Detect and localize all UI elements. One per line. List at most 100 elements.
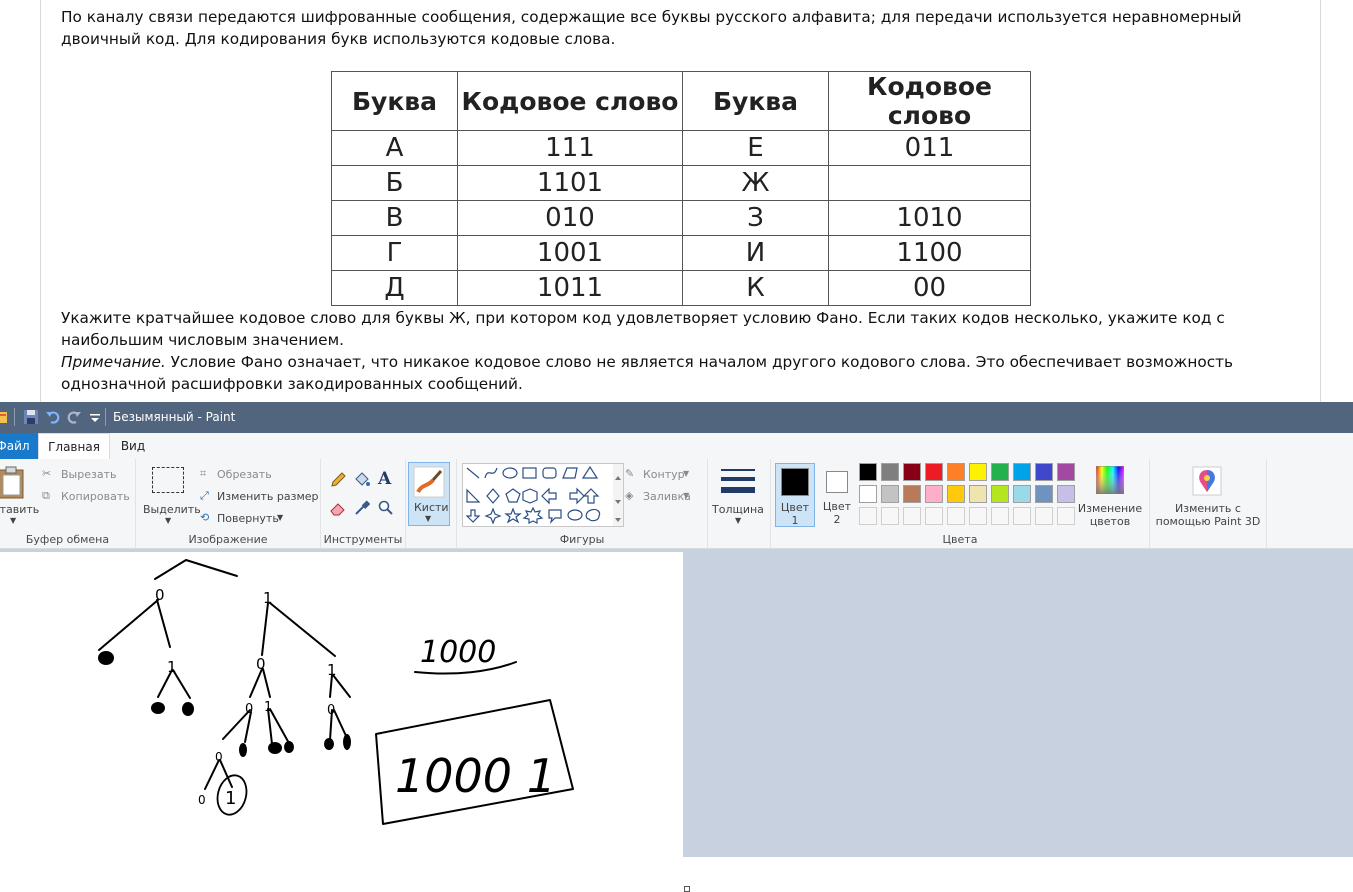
drawing-canvas[interactable]: 0 1 1 0 1 0 1 0 0 0 1 1000 1000 1 bbox=[0, 552, 683, 857]
table-cell: А bbox=[331, 130, 458, 166]
edit-with-paint3d-button[interactable]: Изменить с помощью Paint 3D bbox=[1152, 463, 1264, 528]
table-cell: Б bbox=[331, 165, 458, 201]
magnifier-icon[interactable] bbox=[377, 499, 395, 517]
table-cell: Д bbox=[331, 270, 458, 306]
palette-custom-slot[interactable] bbox=[925, 507, 943, 525]
palette-color-swatch[interactable] bbox=[1035, 485, 1053, 503]
shapes-gallery[interactable] bbox=[462, 463, 624, 527]
paint-app-icon[interactable] bbox=[0, 409, 10, 425]
palette-color-swatch[interactable] bbox=[969, 485, 987, 503]
save-icon[interactable] bbox=[23, 409, 39, 425]
palette-color-swatch[interactable] bbox=[903, 463, 921, 481]
table-row: А 111 Е 011 bbox=[331, 130, 1031, 166]
resize-button[interactable]: ⤢ Изменить размер bbox=[200, 489, 319, 507]
palette-color-swatch[interactable] bbox=[881, 485, 899, 503]
palette-color-swatch[interactable] bbox=[1013, 463, 1031, 481]
pencil-icon[interactable] bbox=[329, 471, 347, 489]
paste-button[interactable]: Вставить ▼ bbox=[0, 463, 39, 525]
shapes-gallery-icons bbox=[465, 464, 623, 526]
table-cell: 1101 bbox=[457, 165, 683, 201]
palette-custom-slot[interactable] bbox=[859, 507, 877, 525]
table-cell: 111 bbox=[457, 130, 683, 166]
cut-button[interactable]: ✂ Вырезать bbox=[42, 467, 132, 485]
redo-icon[interactable] bbox=[66, 409, 82, 425]
palette-color-swatch[interactable] bbox=[991, 463, 1009, 481]
palette-color-swatch[interactable] bbox=[859, 485, 877, 503]
palette-custom-slot[interactable] bbox=[969, 507, 987, 525]
customize-toolbar-icon[interactable] bbox=[87, 409, 103, 425]
palette-color-swatch[interactable] bbox=[1057, 485, 1075, 503]
palette-color-swatch[interactable] bbox=[903, 485, 921, 503]
cut-label: Вырезать bbox=[61, 468, 117, 481]
paint3d-label: Изменить с помощью Paint 3D bbox=[1155, 502, 1261, 528]
table-row: Г 1001 И 1100 bbox=[331, 235, 1031, 271]
undo-icon[interactable] bbox=[45, 409, 61, 425]
outline-button[interactable]: ✎ Контур ▼ bbox=[625, 467, 705, 485]
rotate-button[interactable]: ⟲ Повернуть ▼ bbox=[200, 511, 310, 529]
group-label: Цвета bbox=[942, 533, 978, 546]
title-bar: Безымянный - Paint bbox=[0, 402, 1353, 433]
palette-custom-slot[interactable] bbox=[881, 507, 899, 525]
palette-color-swatch[interactable] bbox=[1035, 463, 1053, 481]
color-picker-icon[interactable] bbox=[353, 499, 371, 517]
fill-bucket-icon[interactable] bbox=[353, 471, 371, 489]
size-button[interactable]: Толщина ▼ bbox=[711, 463, 767, 527]
palette-color-swatch[interactable] bbox=[947, 485, 965, 503]
canvas-resize-handle[interactable] bbox=[684, 886, 690, 892]
edit-colors-button[interactable]: Изменение цветов bbox=[1077, 463, 1143, 528]
fill-button[interactable]: ◈ Заливка ▼ bbox=[625, 489, 705, 507]
color1-swatch bbox=[781, 468, 809, 496]
palette-custom-slot[interactable] bbox=[903, 507, 921, 525]
table-header: Кодовое слово bbox=[828, 71, 1031, 131]
paint3d-group: Изменить с помощью Paint 3D bbox=[1150, 459, 1267, 548]
group-label: Инструменты bbox=[323, 533, 403, 546]
page-border-right bbox=[1320, 0, 1321, 402]
task-page: По каналу связи передаются шифрованные с… bbox=[0, 0, 1353, 402]
copy-label: Копировать bbox=[61, 490, 130, 503]
brushes-button[interactable]: Кисти ▼ bbox=[408, 462, 450, 526]
palette-color-swatch[interactable] bbox=[881, 463, 899, 481]
palette-color-swatch[interactable] bbox=[859, 463, 877, 481]
clipboard-icon bbox=[0, 466, 24, 499]
copy-button[interactable]: ⧉ Копировать bbox=[42, 489, 132, 507]
palette-custom-slot[interactable] bbox=[1057, 507, 1075, 525]
code-table: Буква Кодовое слово Буква Кодовое слово … bbox=[331, 71, 1031, 306]
select-button[interactable]: Выделить ▼ bbox=[140, 463, 201, 525]
tab-file[interactable]: Файл bbox=[0, 433, 38, 459]
palette-color-swatch[interactable] bbox=[1013, 485, 1031, 503]
handwritten-note: 1000 bbox=[420, 635, 496, 670]
tab-home[interactable]: Главная bbox=[38, 433, 110, 461]
palette-color-swatch[interactable] bbox=[969, 463, 987, 481]
palette-color-swatch[interactable] bbox=[925, 463, 943, 481]
window-title: Безымянный - Paint bbox=[113, 410, 236, 424]
palette-color-swatch[interactable] bbox=[991, 485, 1009, 503]
eraser-icon[interactable] bbox=[329, 499, 347, 517]
palette-color-swatch[interactable] bbox=[947, 463, 965, 481]
tree-label: 0 bbox=[215, 750, 223, 764]
palette-custom-slot[interactable] bbox=[1035, 507, 1053, 525]
crop-button[interactable]: ⌗ Обрезать bbox=[200, 467, 310, 485]
palette-custom-slot[interactable] bbox=[947, 507, 965, 525]
table-row: Б 1101 Ж bbox=[331, 165, 1031, 201]
text-tool-icon[interactable]: A bbox=[378, 469, 391, 489]
ribbon-tabs: Файл Главная Вид bbox=[0, 433, 1353, 461]
palette-color-swatch[interactable] bbox=[925, 485, 943, 503]
tab-view[interactable]: Вид bbox=[110, 433, 156, 459]
paint3d-icon bbox=[1192, 466, 1222, 496]
outline-label: Контур bbox=[643, 468, 685, 481]
color2-label: Цвет 2 bbox=[822, 500, 852, 526]
color1-button[interactable]: Цвет 1 bbox=[775, 463, 815, 527]
color2-button[interactable]: Цвет 2 bbox=[818, 463, 858, 527]
task-note: Примечание. Условие Фано означает, что н… bbox=[61, 351, 1301, 395]
separator bbox=[14, 408, 15, 426]
palette-custom-slot[interactable] bbox=[991, 507, 1009, 525]
rotate-label: Повернуть bbox=[217, 512, 279, 525]
table-cell: 010 bbox=[457, 200, 683, 236]
table-row: В 010 З 1010 bbox=[331, 200, 1031, 236]
size-label: Толщина bbox=[712, 503, 764, 516]
brush-icon bbox=[413, 466, 445, 498]
palette-custom-slot[interactable] bbox=[1013, 507, 1031, 525]
palette-color-swatch[interactable] bbox=[1057, 463, 1075, 481]
table-header-row: Буква Кодовое слово Буква Кодовое слово bbox=[331, 71, 1031, 131]
table-cell bbox=[828, 165, 1031, 201]
